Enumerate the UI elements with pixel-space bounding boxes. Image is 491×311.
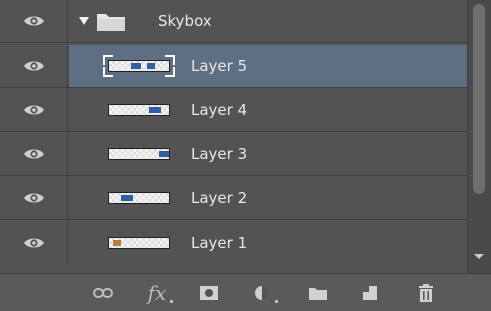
layer-name: Layer 2 [191, 189, 248, 207]
layers-toolbar: fx [0, 273, 491, 311]
scroll-down-arrow-icon[interactable] [474, 254, 484, 259]
layers-panel: Skybox Layer 5 Layer 4 Layer 3 Layer 2 L… [0, 0, 491, 311]
eye-icon [23, 61, 44, 71]
layer-content[interactable]: Layer 3 [69, 133, 467, 175]
layer-thumbnail[interactable] [108, 104, 170, 116]
layer-thumbnail[interactable] [108, 148, 170, 160]
layer-row[interactable]: Layer 3 [0, 133, 467, 176]
triangle-down-icon[interactable] [79, 17, 89, 26]
delete-layer-button[interactable] [413, 281, 439, 305]
link-layers-button[interactable] [90, 281, 116, 305]
layer-thumbnail[interactable] [108, 236, 170, 249]
scrollbar-thumb[interactable] [473, 4, 485, 194]
layer-row[interactable]: Layer 1 [0, 221, 467, 264]
folder-icon [309, 288, 327, 300]
trash-icon [419, 284, 433, 302]
vertical-scrollbar[interactable] [467, 0, 491, 273]
layer-name: Layer 3 [191, 145, 248, 163]
dropdown-caret-icon [275, 300, 278, 303]
layer-row[interactable]: Layer 2 [0, 177, 467, 220]
link-icon [93, 288, 113, 298]
layer-group-row[interactable]: Skybox [0, 0, 467, 43]
layer-thumbnail[interactable] [108, 192, 170, 204]
layer-row[interactable]: Layer 5 [0, 45, 467, 88]
eye-icon [23, 149, 44, 159]
layer-group-content[interactable]: Skybox [69, 0, 467, 42]
visibility-toggle[interactable] [0, 45, 68, 87]
visibility-toggle[interactable] [0, 221, 68, 264]
eye-icon [23, 238, 44, 247]
new-layer-button[interactable] [357, 281, 383, 305]
adjustment-layer-button[interactable] [249, 281, 278, 305]
layer-name: Layer 5 [191, 57, 248, 75]
fx-icon: fx [147, 281, 167, 305]
visibility-toggle[interactable] [0, 0, 68, 42]
visibility-toggle[interactable] [0, 89, 68, 131]
layer-group-name: Skybox [158, 12, 212, 30]
dropdown-caret-icon [170, 300, 173, 303]
layer-content[interactable]: Layer 2 [69, 177, 467, 219]
layer-thumbnail[interactable] [108, 60, 170, 72]
eye-icon [23, 16, 44, 26]
eye-icon [23, 193, 44, 203]
layer-style-button[interactable]: fx [144, 281, 173, 305]
layer-content[interactable]: Layer 4 [69, 89, 467, 131]
visibility-toggle[interactable] [0, 177, 68, 219]
adjustment-icon [255, 286, 269, 300]
add-mask-button[interactable] [196, 281, 222, 305]
folder-icon [97, 14, 125, 31]
layer-content[interactable]: Layer 1 [69, 221, 467, 264]
new-group-button[interactable] [305, 281, 331, 305]
layer-name: Layer 1 [191, 233, 248, 252]
layer-row[interactable]: Layer 4 [0, 89, 467, 132]
layer-content[interactable]: Layer 5 [69, 45, 467, 87]
mask-icon [200, 286, 218, 300]
new-layer-icon [363, 286, 377, 300]
layer-name: Layer 4 [191, 101, 248, 119]
eye-icon [23, 105, 44, 115]
visibility-toggle[interactable] [0, 133, 68, 175]
layers-list: Skybox Layer 5 Layer 4 Layer 3 Layer 2 L… [0, 0, 467, 273]
